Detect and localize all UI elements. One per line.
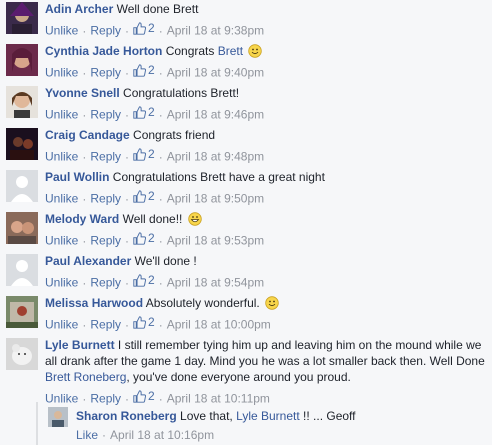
thumbs-up-icon xyxy=(133,147,147,161)
avatar[interactable] xyxy=(6,128,38,160)
comment-text: Congratulations Brett! xyxy=(123,86,240,100)
comment-text: Congratulations Brett have a great night xyxy=(112,170,325,184)
comment-text: Congrats friend xyxy=(133,128,216,142)
timestamp[interactable]: April 18 at 9:50pm xyxy=(167,192,264,206)
smiley-emoji-icon xyxy=(265,296,279,310)
thumbs-up-icon xyxy=(133,63,147,77)
comment-text: Congrats xyxy=(165,44,215,58)
reply-button[interactable]: Reply xyxy=(90,150,121,164)
comment: Paul Alexander We'll done ! Unlike · Reply… xyxy=(0,252,492,294)
like-count[interactable]: 2 xyxy=(133,20,155,36)
mention-link[interactable]: Brett Roneberg xyxy=(45,370,126,384)
default-avatar[interactable] xyxy=(6,170,38,202)
like-count[interactable]: 2 xyxy=(133,146,155,162)
timestamp[interactable]: April 18 at 9:48pm xyxy=(167,150,264,164)
like-count[interactable]: 2 xyxy=(133,314,155,330)
timestamp[interactable]: April 18 at 9:54pm xyxy=(167,276,264,290)
avatar[interactable] xyxy=(6,338,38,370)
avatar[interactable] xyxy=(6,212,38,244)
reply-button[interactable]: Reply xyxy=(90,276,121,290)
smiley-emoji-icon xyxy=(248,44,263,58)
thumbs-up-icon xyxy=(133,189,147,203)
timestamp[interactable]: April 18 at 9:40pm xyxy=(167,66,264,80)
thumbs-up-icon xyxy=(133,389,147,403)
comment-text-continued: !! ... Geoff xyxy=(303,409,356,423)
reply-button[interactable]: Reply xyxy=(90,66,121,80)
comment: Melody Ward Well done!! Unlike · Reply · 2 · A… xyxy=(0,210,492,252)
commenter-name[interactable]: Adin Archer xyxy=(45,2,113,16)
like-count[interactable]: 2 xyxy=(133,188,155,204)
thumbs-up-icon xyxy=(133,231,147,245)
comment-text: Well done!! xyxy=(122,212,183,226)
like-count[interactable]: 2 xyxy=(133,62,155,78)
commenter-name[interactable]: Craig Candage xyxy=(45,128,130,142)
avatar[interactable] xyxy=(6,296,38,328)
comment: Yvonne Snell Congratulations Brett! Unli… xyxy=(0,84,492,126)
comment: Adin Archer Well done Brett Unlike · Reply… xyxy=(0,0,492,40)
thumbs-up-icon xyxy=(133,315,147,329)
avatar[interactable] xyxy=(6,86,38,118)
reply-button[interactable]: Reply xyxy=(90,318,121,332)
unlike-button[interactable]: Unlike xyxy=(45,192,78,206)
comment-text: We'll done ! xyxy=(134,254,197,268)
comment-text-continued: , you've done everyone around you proud. xyxy=(126,370,351,384)
unlike-button[interactable]: Unlike xyxy=(45,66,78,80)
commenter-name[interactable]: Sharon Roneberg xyxy=(76,409,177,423)
comment-text: Love that, xyxy=(180,409,233,423)
avatar[interactable] xyxy=(6,2,38,34)
comment: Paul Wollin Congratulations Brett have a… xyxy=(0,168,492,210)
unlike-button[interactable]: Unlike xyxy=(45,318,78,332)
mention-link[interactable]: Lyle Burnett xyxy=(236,409,300,423)
unlike-button[interactable]: Unlike xyxy=(45,108,78,122)
commenter-name[interactable]: Melissa Harwood xyxy=(45,296,143,310)
timestamp[interactable]: April 18 at 10:00pm xyxy=(167,318,271,332)
nested-reply: Sharon Roneberg Love that, Lyle Burnett … xyxy=(36,402,492,445)
avatar[interactable] xyxy=(48,407,68,427)
like-count[interactable]: 2 xyxy=(133,104,155,120)
reply-button[interactable]: Reply xyxy=(90,234,121,248)
comment: Lyle Burnett I still remember tying him … xyxy=(0,336,492,406)
grinning-emoji-icon xyxy=(188,212,202,226)
thumbs-up-icon xyxy=(133,273,147,287)
comment: Melissa Harwood Absolutely wonderful. Un… xyxy=(0,294,492,336)
comment-text: Absolutely wonderful. xyxy=(145,296,260,310)
timestamp[interactable]: April 18 at 10:16pm xyxy=(110,428,214,442)
commenter-name[interactable]: Yvonne Snell xyxy=(45,86,120,100)
commenter-name[interactable]: Lyle Burnett xyxy=(45,338,115,352)
like-count[interactable]: 2 xyxy=(133,272,155,288)
comment: Cynthia Jade Horton Congrats Brett Unlik… xyxy=(0,42,492,84)
avatar[interactable] xyxy=(6,44,38,76)
default-avatar[interactable] xyxy=(6,254,38,286)
mention-link[interactable]: Brett xyxy=(218,44,243,58)
reply-button[interactable]: Reply xyxy=(90,24,121,38)
thumbs-up-icon xyxy=(133,105,147,119)
timestamp[interactable]: April 18 at 9:53pm xyxy=(167,234,264,248)
reply-button[interactable]: Reply xyxy=(90,108,121,122)
thumbs-up-icon xyxy=(133,21,147,35)
comment: Craig Candage Congrats friend Unlike · Rep… xyxy=(0,126,492,168)
reply-button[interactable]: Reply xyxy=(90,192,121,206)
unlike-button[interactable]: Unlike xyxy=(45,150,78,164)
unlike-button[interactable]: Unlike xyxy=(45,24,78,38)
comment-text: Well done Brett xyxy=(116,2,199,16)
like-count[interactable]: 2 xyxy=(133,230,155,246)
commenter-name[interactable]: Cynthia Jade Horton xyxy=(45,44,162,58)
timestamp[interactable]: April 18 at 9:46pm xyxy=(167,108,264,122)
like-button[interactable]: Like xyxy=(76,428,98,442)
unlike-button[interactable]: Unlike xyxy=(45,276,78,290)
unlike-button[interactable]: Unlike xyxy=(45,234,78,248)
timestamp[interactable]: April 18 at 9:38pm xyxy=(167,24,264,38)
commenter-name[interactable]: Paul Alexander xyxy=(45,254,131,268)
commenter-name[interactable]: Paul Wollin xyxy=(45,170,109,184)
commenter-name[interactable]: Melody Ward xyxy=(45,212,119,226)
